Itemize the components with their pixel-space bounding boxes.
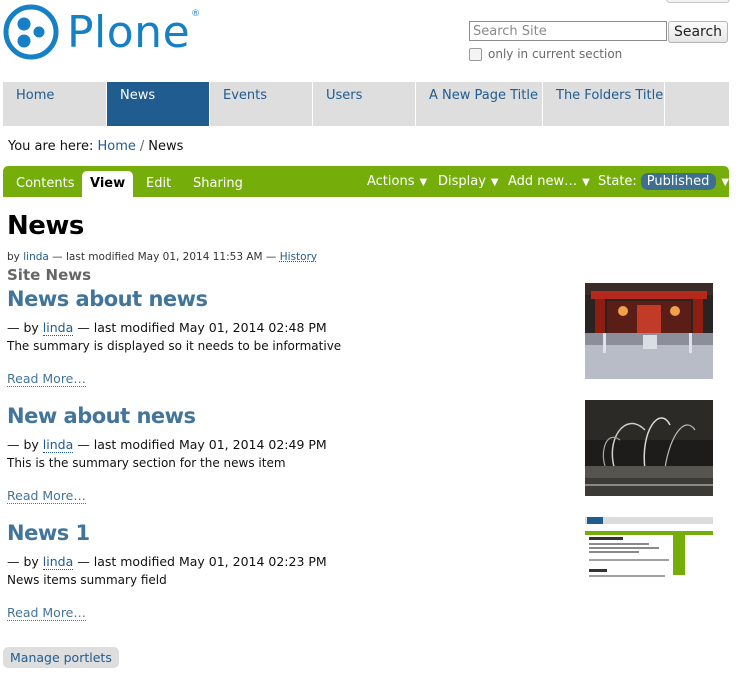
news-item-byline-prefix: — by (7, 554, 39, 569)
only-current-section-label: only in current section (488, 47, 623, 61)
global-nav: Home News Events Users A New Page Title … (3, 82, 729, 126)
breadcrumb: You are here: Home / News (8, 139, 183, 154)
actions-menu-label: Actions (367, 174, 415, 189)
news-item-author-link[interactable]: linda (42, 320, 74, 336)
plone-screenshot-image (585, 517, 713, 613)
search-input[interactable] (469, 21, 667, 41)
read-more-link[interactable]: Read More… (7, 605, 86, 621)
news-item-author-link[interactable]: linda (42, 437, 74, 453)
news-item-byline: — by linda — last modified May 01, 2014 … (7, 554, 327, 570)
news-item-byline-prefix: — by (7, 320, 39, 335)
history-link[interactable]: History (280, 251, 317, 263)
news-item-modified: — last modified May 01, 2014 02:49 PM (77, 437, 327, 452)
breadcrumb-current: News (148, 139, 184, 154)
breadcrumb-prefix: You are here: (8, 139, 94, 154)
news-item-description: This is the summary section for the news… (7, 456, 286, 470)
edit-bar: Contents View Edit Sharing Actions ▼ Disp… (3, 166, 729, 197)
news-item-thumbnail[interactable] (585, 400, 713, 496)
chevron-down-icon: ▼ (490, 177, 499, 188)
news-item-modified: — last modified May 01, 2014 02:23 PM (77, 554, 327, 569)
display-menu[interactable]: Display ▼ (438, 174, 499, 189)
only-current-section-checkbox[interactable] (469, 47, 482, 61)
nav-tab-the-folders-title[interactable]: The Folders Title (543, 82, 665, 126)
add-new-menu-label: Add new… (508, 174, 578, 189)
nav-tab-users[interactable]: Users (313, 82, 416, 126)
chevron-down-icon: ▼ (419, 177, 428, 188)
news-item-modified: — last modified May 01, 2014 02:48 PM (77, 320, 327, 335)
plone-logo-icon (3, 4, 59, 60)
logo-registered-mark: ® (191, 9, 201, 19)
top-scroll-nub (666, 0, 730, 3)
fountain-image (585, 400, 713, 496)
nav-tab-news[interactable]: News (107, 82, 210, 126)
breadcrumb-separator: / (139, 139, 145, 154)
add-new-menu[interactable]: Add new… ▼ (508, 174, 590, 189)
chevron-down-icon: ▼ (582, 177, 590, 188)
nav-tab-a-new-page-title[interactable]: A New Page Title (416, 82, 543, 126)
state-menu[interactable]: State: Published ▼ (598, 173, 730, 190)
actions-menu[interactable]: Actions ▼ (367, 174, 427, 189)
news-item-author-link[interactable]: linda (42, 554, 74, 570)
news-item-description: News items summary field (7, 573, 167, 587)
news-item-title[interactable]: New about news (7, 404, 196, 428)
site-logo[interactable]: Plone ® (3, 3, 201, 61)
logo-text: Plone (67, 6, 191, 58)
museum-hall-image (585, 283, 713, 379)
news-item-title[interactable]: News 1 (7, 521, 90, 545)
news-item-thumbnail[interactable] (585, 283, 713, 379)
state-menu-label: State: (598, 174, 637, 189)
tab-edit[interactable]: Edit (146, 176, 171, 191)
tab-sharing[interactable]: Sharing (193, 176, 243, 191)
byline-prefix: by (7, 251, 20, 263)
only-current-section-option[interactable]: only in current section (469, 47, 622, 61)
section-title: Site News (7, 266, 92, 284)
news-item-thumbnail[interactable] (585, 517, 713, 613)
byline-author-link[interactable]: linda (23, 251, 49, 263)
tab-contents[interactable]: Contents (16, 176, 74, 191)
read-more-link[interactable]: Read More… (7, 371, 86, 387)
page-title: News (7, 211, 84, 241)
byline-modified: — last modified May 01, 2014 11:53 AM — (52, 251, 277, 263)
state-badge: Published (640, 173, 717, 190)
news-item-title[interactable]: News about news (7, 287, 208, 311)
nav-tab-events[interactable]: Events (210, 82, 313, 126)
tab-view[interactable]: View (82, 171, 134, 197)
document-byline: by linda — last modified May 01, 2014 11… (7, 251, 317, 263)
breadcrumb-home[interactable]: Home (98, 139, 136, 154)
read-more-link[interactable]: Read More… (7, 488, 86, 504)
manage-portlets-button[interactable]: Manage portlets (3, 647, 119, 668)
search-button[interactable]: Search (668, 21, 728, 43)
news-item-byline: — by linda — last modified May 01, 2014 … (7, 320, 327, 336)
display-menu-label: Display (438, 174, 486, 189)
chevron-down-icon: ▼ (721, 177, 730, 188)
news-item-byline: — by linda — last modified May 01, 2014 … (7, 437, 327, 453)
news-item-description: The summary is displayed so it needs to … (7, 339, 342, 353)
nav-tab-home[interactable]: Home (3, 82, 107, 126)
news-item-byline-prefix: — by (7, 437, 39, 452)
